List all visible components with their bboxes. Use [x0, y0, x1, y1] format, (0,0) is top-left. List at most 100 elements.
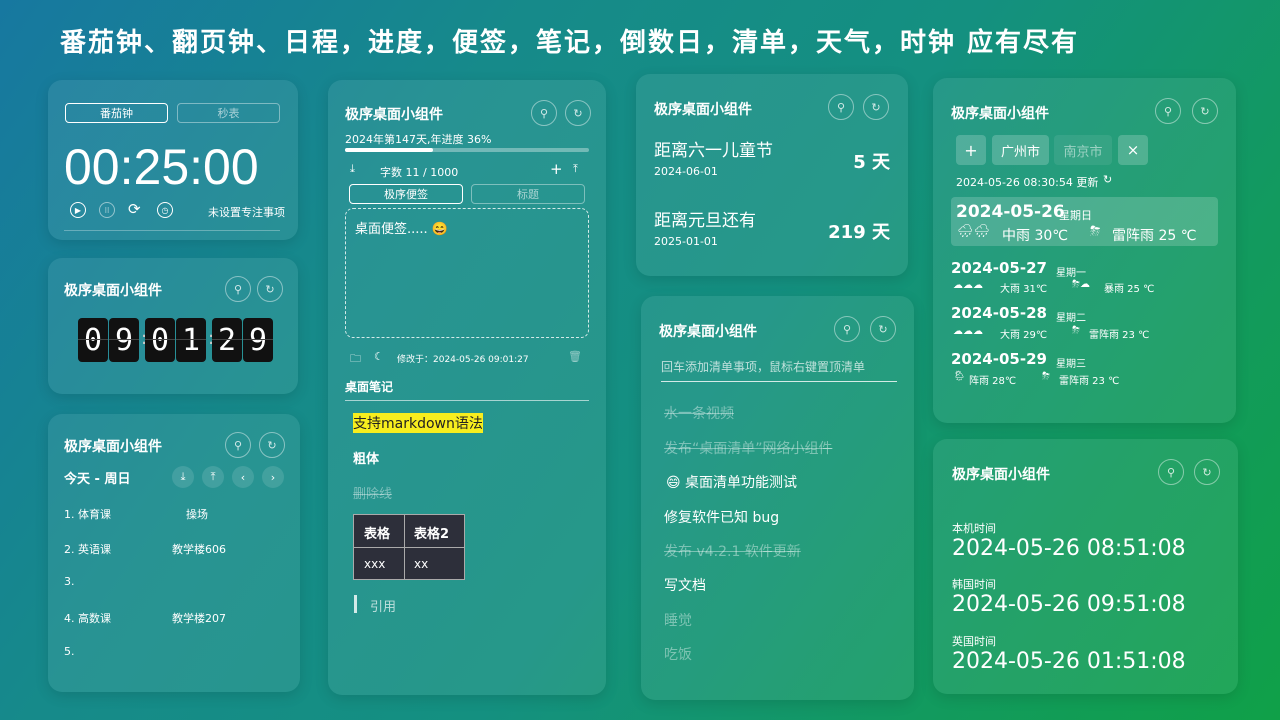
thunder-icon: ⛈ [1042, 371, 1050, 382]
forecast-date: 2024-05-29 [951, 350, 1047, 368]
forecast-date: 2024-05-28 [951, 304, 1047, 322]
clock-icon[interactable]: ◷ [157, 202, 173, 218]
schedule-row-text[interactable]: 5. [64, 645, 75, 658]
refresh-icon[interactable]: ↻ [259, 432, 285, 458]
countdown-date: 2025-01-01 [654, 235, 718, 248]
moon-icon[interactable]: ☾ [374, 350, 384, 363]
countdown-widget: 极序桌面小组件 ⚲ ↻ 距离六一儿童节 2024-06-01 5 天 距离元旦还… [636, 74, 908, 276]
pin-icon[interactable]: ⚲ [828, 94, 854, 120]
todo-item[interactable]: 写文档 [664, 575, 706, 595]
pause-icon[interactable]: II [99, 202, 115, 218]
schedule-row-text[interactable]: 2. 英语课 [64, 541, 111, 557]
todo-item[interactable]: 睡觉 [664, 610, 692, 630]
refresh-icon[interactable]: ↻ [257, 276, 283, 302]
rain-icon: 🌧🌧 [957, 224, 991, 239]
upload-icon[interactable]: ⤒ [573, 162, 578, 176]
table-header: 表格2 [414, 527, 450, 542]
md-table: 表格 表格2 xxx xx [353, 514, 465, 580]
countdown-days: 219 天 [828, 222, 890, 243]
city-tab-nanjing[interactable]: 南京市 [1054, 135, 1112, 165]
todo-input[interactable]: 回车添加清单事项，鼠标右键置顶清单 [661, 358, 897, 382]
close-city-button[interactable]: × [1118, 135, 1148, 165]
cloud-icon: ☁☁☁ [953, 280, 983, 291]
todo-item[interactable]: 吃饭 [664, 644, 692, 664]
pin-icon[interactable]: ⚲ [1155, 98, 1181, 124]
trash-icon[interactable]: 🗑 [568, 350, 582, 363]
schedule-day: 今天 - 周日 [64, 472, 131, 487]
flip-digit: 2 [212, 318, 242, 362]
download-icon[interactable]: ⤓ [172, 466, 194, 488]
clock-label: 本机时间 [952, 522, 996, 535]
tab-title[interactable]: 标题 [471, 184, 585, 204]
refresh-icon[interactable]: ↻ [870, 316, 896, 342]
forecast-night: 暴雨 25 ℃ [1104, 284, 1155, 295]
refresh-icon[interactable]: ↻ [863, 94, 889, 120]
schedule-row-place[interactable]: 操场 [186, 506, 208, 522]
divider [345, 400, 589, 401]
add-icon[interactable]: + [550, 160, 563, 178]
markdown-title: 桌面笔记 [345, 380, 394, 394]
shower-icon: 🌦 [953, 371, 966, 382]
widget-title: 极序桌面小组件 [64, 283, 162, 299]
schedule-row-text[interactable]: 4. 高数课 [64, 610, 111, 626]
table-cell: xx [414, 557, 429, 571]
year-progress-label: 2024年第147天,年进度 36% [345, 133, 492, 146]
smile-emoji: 😄 [431, 222, 448, 237]
todo-item[interactable]: 发布 v4.2.1 软件更新 [664, 541, 801, 561]
pin-icon[interactable]: ⚲ [1158, 459, 1184, 485]
tab-pomodoro[interactable]: 番茄钟 [65, 103, 168, 123]
pin-icon[interactable]: ⚲ [531, 100, 557, 126]
add-city-button[interactable]: + [956, 135, 986, 165]
weather-widget: 极序桌面小组件 ⚲ ↻ + 广州市 南京市 × 2024-05-26 08:30… [933, 78, 1236, 423]
todo-item[interactable]: 水一条视频 [664, 403, 734, 423]
todo-item[interactable]: 修复软件已知 bug [664, 507, 779, 527]
refresh-weather-icon[interactable]: ↻ [1103, 173, 1112, 186]
schedule-row-place[interactable]: 教学楼606 [172, 541, 226, 557]
upload-icon[interactable]: ⤒ [202, 466, 224, 488]
clock-time: 2024-05-26 09:51:08 [952, 592, 1186, 617]
pin-icon[interactable]: ⚲ [225, 276, 251, 302]
storm-icon: ⛈☁ [1072, 279, 1090, 290]
download-icon[interactable]: ⤓ [350, 162, 355, 176]
forecast-week: 星期一 [1056, 268, 1086, 279]
flip-digit: 9 [243, 318, 273, 362]
clock-label: 韩国时间 [952, 578, 996, 591]
focus-label[interactable]: 未设置专注事项 [208, 204, 285, 220]
today-date: 2024-05-26 [956, 202, 1065, 222]
prev-day-icon[interactable]: ‹ [232, 466, 254, 488]
pomodoro-time: 00:25:00 [64, 139, 259, 195]
play-icon[interactable]: ▶ [70, 202, 86, 218]
tab-note[interactable]: 极序便签 [349, 184, 463, 204]
widget-title: 极序桌面小组件 [654, 102, 752, 118]
md-highlight: 支持markdown语法 [353, 413, 483, 433]
next-day-icon[interactable]: › [262, 466, 284, 488]
schedule-row-text[interactable]: 3. [64, 575, 75, 588]
md-strike: 删除线 [353, 487, 393, 502]
refresh-icon[interactable]: ↻ [565, 100, 591, 126]
schedule-row-text[interactable]: 1. 体育课 [64, 506, 111, 522]
note-text: 桌面便签..... [355, 222, 428, 237]
reset-icon[interactable]: ⟳ [128, 200, 141, 218]
clock-label: 英国时间 [952, 635, 996, 648]
thunder-icon: ⛈ [1072, 325, 1080, 336]
city-tab-guangzhou[interactable]: 广州市 [992, 135, 1049, 165]
thunder-icon: ⛈ [1090, 224, 1101, 239]
widget-title: 极序桌面小组件 [951, 106, 1049, 122]
note-textarea[interactable]: 桌面便签..... 😄 [345, 208, 589, 338]
weather-updated: 2024-05-26 08:30:54 更新 [956, 176, 1099, 189]
folder-icon[interactable]: 🗀 [350, 350, 361, 369]
refresh-icon[interactable]: ↻ [1192, 98, 1218, 124]
refresh-icon[interactable]: ↻ [1194, 459, 1220, 485]
table-header: 表格 [364, 527, 391, 542]
pin-icon[interactable]: ⚲ [225, 432, 251, 458]
schedule-row-place[interactable]: 教学楼207 [172, 610, 226, 626]
pin-icon[interactable]: ⚲ [834, 316, 860, 342]
tab-stopwatch[interactable]: 秒表 [177, 103, 280, 123]
headline: 番茄钟、翻页钟、日程，进度，便签，笔记，倒数日，清单，天气，时钟 应有尽有 [60, 28, 1080, 58]
note-widget: 极序桌面小组件 ⚲ ↻ 2024年第147天,年进度 36% ⤓ 字数 11 /… [328, 80, 606, 695]
clock-time: 2024-05-26 08:51:08 [952, 536, 1186, 561]
todo-item[interactable]: 发布“桌面清单”网络小组件 [664, 438, 833, 458]
forecast-date: 2024-05-27 [951, 259, 1047, 277]
todo-item[interactable]: 😄 桌面清单功能测试 [666, 472, 797, 492]
schedule-widget: 极序桌面小组件 ⚲ ↻ 今天 - 周日 ⤓ ⤒ ‹ › 1. 体育课 操场 2.… [48, 414, 300, 692]
